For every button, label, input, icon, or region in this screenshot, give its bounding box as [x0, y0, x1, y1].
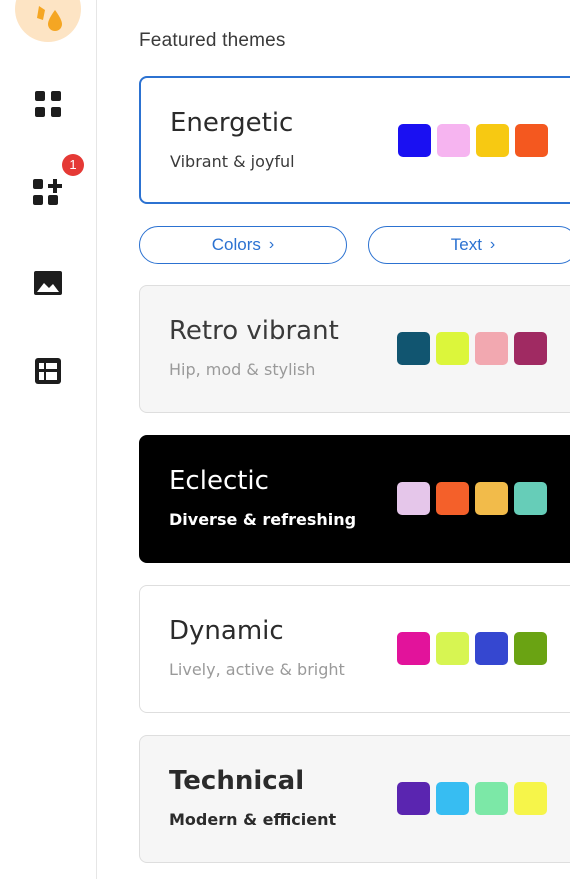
color-swatches [397, 482, 547, 515]
color-swatch [475, 332, 508, 365]
color-swatch [475, 482, 508, 515]
color-swatch [397, 332, 430, 365]
add-element-icon[interactable]: 1 [28, 154, 84, 212]
color-swatch [397, 632, 430, 665]
theme-editor: 1 Featured themes Energetic Vibrant & jo… [0, 0, 570, 879]
color-swatch [398, 124, 431, 157]
color-swatches [397, 332, 547, 365]
theme-name: Eclectic [169, 466, 269, 496]
theme-subtitle: Vibrant & joyful [170, 152, 295, 171]
colors-button[interactable]: Colors › [139, 226, 347, 264]
grid-icon[interactable] [28, 84, 68, 124]
theme-subtitle: Lively, active & bright [169, 660, 345, 679]
paint-drop-icon [37, 6, 62, 31]
theme-name: Energetic [170, 108, 294, 138]
theme-card-energetic[interactable]: Energetic Vibrant & joyful [139, 76, 570, 204]
color-swatch [514, 482, 547, 515]
color-swatch [397, 482, 430, 515]
color-swatch [475, 782, 508, 815]
sidebar-rail: 1 [0, 0, 97, 879]
theme-subtitle: Modern & efficient [169, 810, 337, 829]
theme-card-eclectic[interactable]: Eclectic Diverse & refreshing [139, 435, 570, 563]
color-swatch [514, 632, 547, 665]
theme-card-retro-vibrant[interactable]: Retro vibrant Hip, mod & stylish [139, 285, 570, 413]
color-swatch [436, 482, 469, 515]
theme-card-dynamic[interactable]: Dynamic Lively, active & bright [139, 585, 570, 713]
table-icon[interactable] [28, 351, 68, 391]
image-icon[interactable] [28, 263, 68, 303]
themes-panel: Featured themes Energetic Vibrant & joyf… [97, 0, 570, 879]
section-title: Featured themes [139, 30, 286, 51]
color-swatches [397, 632, 547, 665]
color-swatches [397, 782, 547, 815]
theme-card-technical[interactable]: Technical Modern & efficient [139, 735, 570, 863]
color-swatch [514, 332, 547, 365]
theme-name: Retro vibrant [169, 316, 339, 346]
app-logo[interactable] [15, 0, 81, 42]
theme-name: Technical [169, 766, 305, 796]
color-swatch [436, 632, 469, 665]
notification-badge: 1 [62, 154, 84, 176]
color-swatches [398, 124, 548, 157]
color-swatch [436, 782, 469, 815]
color-swatch [476, 124, 509, 157]
theme-subtitle: Diverse & refreshing [169, 510, 357, 529]
theme-subtitle: Hip, mod & stylish [169, 360, 316, 379]
color-swatch [397, 782, 430, 815]
color-swatch [515, 124, 548, 157]
color-swatch [436, 332, 469, 365]
color-swatch [437, 124, 470, 157]
colors-button-label: Colors [211, 235, 261, 254]
text-button[interactable]: Text › [368, 226, 570, 264]
chevron-right-icon: › [268, 236, 275, 253]
color-swatch [475, 632, 508, 665]
theme-name: Dynamic [169, 616, 284, 646]
color-swatch [514, 782, 547, 815]
chevron-right-icon: › [489, 236, 496, 253]
text-button-label: Text [450, 235, 482, 254]
